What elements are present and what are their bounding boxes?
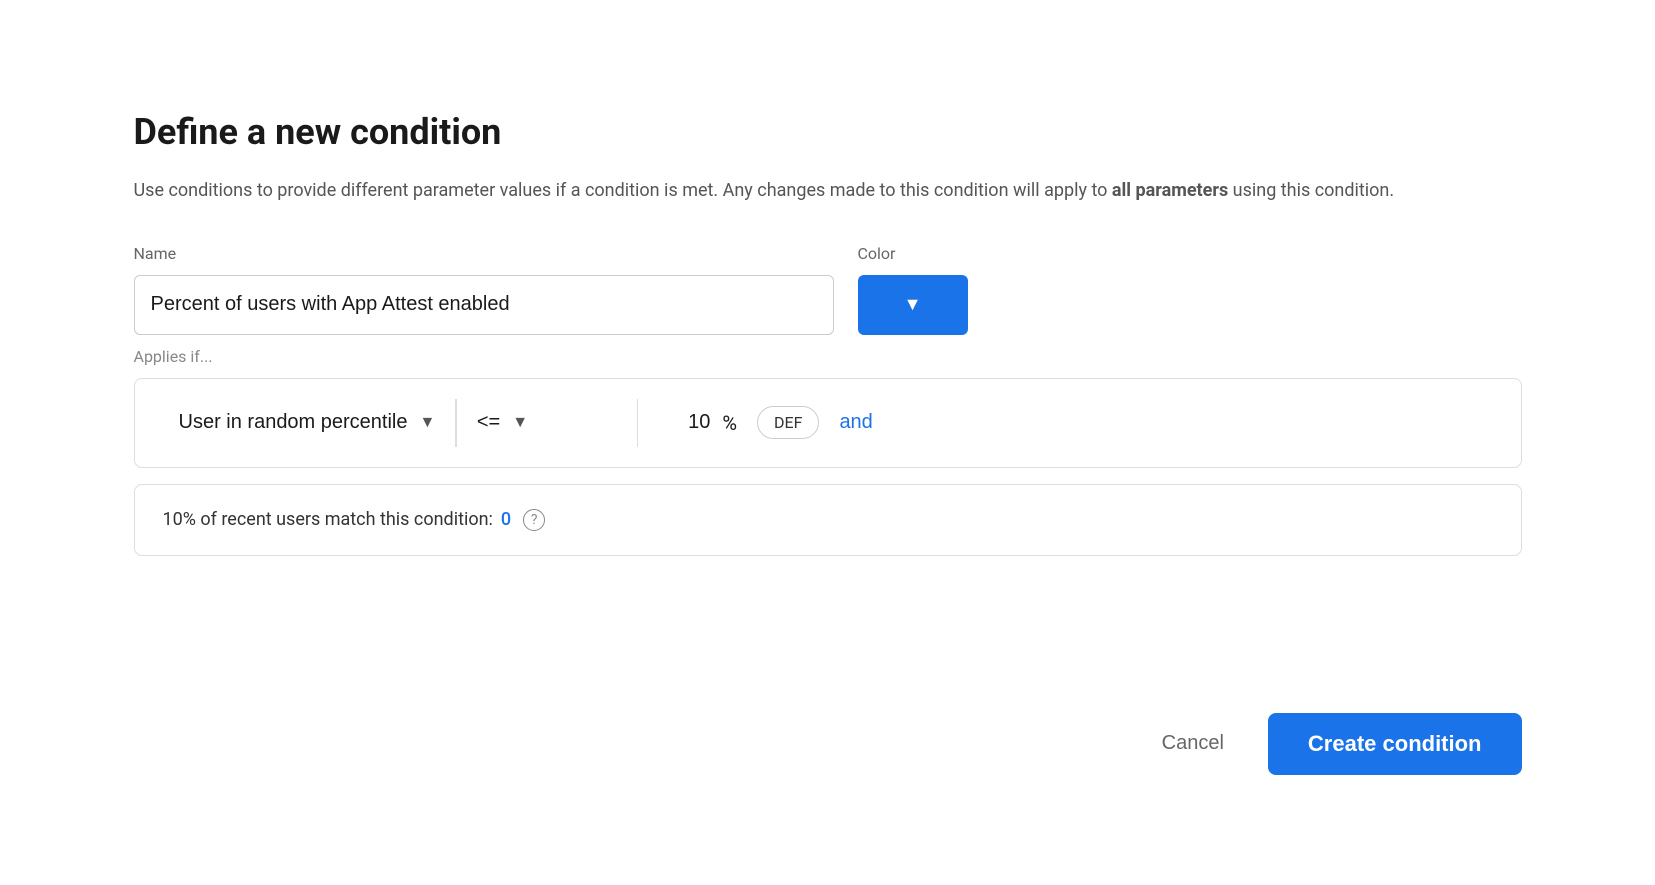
and-button[interactable]: and bbox=[839, 411, 872, 434]
name-field-group: Name bbox=[134, 244, 834, 335]
name-label: Name bbox=[134, 244, 834, 263]
applies-if-section: Applies if... User in random percentile … bbox=[134, 347, 1522, 616]
match-count: 0 bbox=[501, 509, 511, 530]
help-icon[interactable]: ? bbox=[523, 509, 545, 531]
chevron-down-icon: ▼ bbox=[904, 294, 922, 315]
color-label: Color bbox=[858, 244, 968, 263]
applies-if-label: Applies if... bbox=[134, 347, 1522, 366]
define-condition-dialog: Define a new condition Use conditions to… bbox=[78, 63, 1578, 823]
dialog-actions: Cancel Create condition bbox=[134, 713, 1522, 775]
condition-row: User in random percentile ▼ <= ▼ % DEF a… bbox=[134, 378, 1522, 468]
percent-symbol: % bbox=[718, 399, 741, 447]
name-input[interactable] bbox=[134, 275, 834, 335]
color-dropdown-button[interactable]: ▼ bbox=[858, 275, 968, 335]
percentile-value-input[interactable] bbox=[638, 399, 718, 446]
description-bold: all parameters bbox=[1112, 180, 1228, 201]
create-condition-button[interactable]: Create condition bbox=[1268, 713, 1522, 775]
match-text-prefix: 10% of recent users match this condition… bbox=[163, 509, 493, 530]
dialog-title: Define a new condition bbox=[134, 111, 1522, 153]
color-field-group: Color ▼ bbox=[858, 244, 968, 335]
operator-dropdown[interactable]: <= ▼ bbox=[457, 399, 637, 446]
cancel-button[interactable]: Cancel bbox=[1142, 716, 1244, 771]
condition-type-label: User in random percentile bbox=[179, 411, 408, 434]
condition-type-dropdown[interactable]: User in random percentile ▼ bbox=[159, 399, 456, 446]
match-info-box: 10% of recent users match this condition… bbox=[134, 484, 1522, 556]
operator-chevron-icon: ▼ bbox=[512, 414, 528, 432]
operator-label: <= bbox=[477, 411, 500, 434]
name-color-row: Name Color ▼ bbox=[134, 244, 1522, 335]
description-text-part2: using this condition. bbox=[1233, 180, 1394, 201]
def-badge[interactable]: DEF bbox=[757, 406, 819, 439]
condition-chevron-icon: ▼ bbox=[420, 414, 436, 432]
description-text-part1: Use conditions to provide different para… bbox=[134, 180, 1112, 201]
dialog-description: Use conditions to provide different para… bbox=[134, 177, 1522, 204]
